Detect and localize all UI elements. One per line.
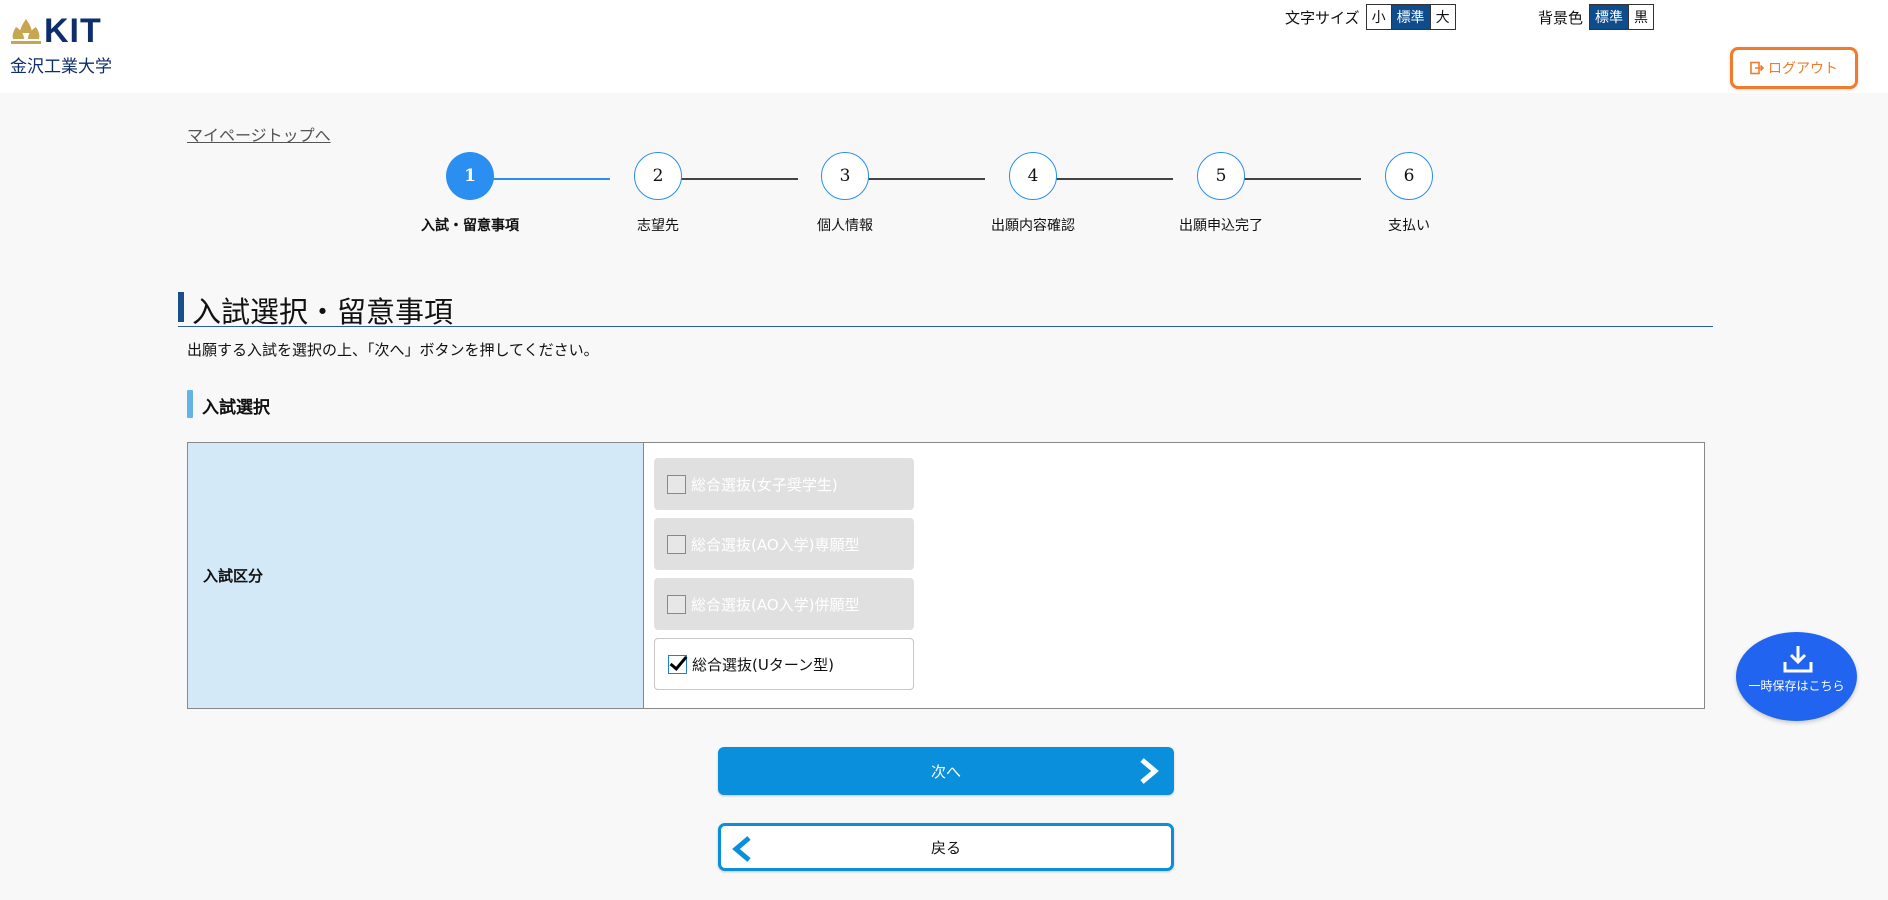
checkbox-icon bbox=[667, 534, 686, 554]
step-label: 出願申込完了 bbox=[1179, 218, 1263, 234]
font-size-control: 文字サイズ 小 標準 大 bbox=[1285, 4, 1456, 30]
step-number: 2 bbox=[634, 152, 682, 200]
step-label: 出願内容確認 bbox=[991, 218, 1075, 234]
download-icon bbox=[1783, 646, 1813, 673]
logo-brand-text: KIT bbox=[44, 12, 102, 50]
background-color-options: 標準 黒 bbox=[1589, 4, 1655, 30]
exam-category-header: 入試区分 bbox=[188, 443, 644, 708]
page-title: 入試選択・留意事項 bbox=[178, 288, 1713, 329]
background-color-control: 背景色 標準 黒 bbox=[1538, 4, 1655, 30]
font-size-small-option[interactable]: 小 bbox=[1366, 5, 1391, 29]
exam-option-women-scholarship: 総合選抜(女子奨学生) bbox=[654, 458, 914, 510]
title-accent-bar bbox=[178, 292, 184, 322]
chevron-right-icon bbox=[1140, 758, 1159, 784]
exam-option-label: 総合選抜(AO入学)併願型 bbox=[691, 595, 860, 614]
next-button-label: 次へ bbox=[930, 762, 961, 781]
checkbox-icon bbox=[667, 594, 686, 614]
step-label: 入試・留意事項 bbox=[421, 218, 519, 234]
step-5: 5 出願申込完了 bbox=[1161, 152, 1281, 235]
chevron-left-icon bbox=[732, 836, 751, 862]
font-size-standard-option[interactable]: 標準 bbox=[1390, 5, 1430, 29]
step-2: 2 志望先 bbox=[598, 152, 718, 235]
background-standard-option[interactable]: 標準 bbox=[1590, 5, 1629, 29]
progress-stepper: 1 入試・留意事項 2 志望先 3 個人情報 4 出願内容確認 5 出願申込完了… bbox=[420, 152, 1460, 242]
mypage-top-link[interactable]: マイページトップへ bbox=[187, 122, 331, 146]
logo-emblem-icon bbox=[11, 19, 41, 44]
step-label: 個人情報 bbox=[817, 218, 873, 234]
exam-option-ao-exclusive: 総合選抜(AO入学)専願型 bbox=[654, 518, 914, 570]
exam-options-cell: 総合選抜(女子奨学生) 総合選抜(AO入学)専願型 総合選抜(AO入学)併願型 … bbox=[644, 443, 1704, 708]
step-6: 6 支払い bbox=[1349, 152, 1469, 235]
exam-option-u-turn[interactable]: 総合選抜(Uターン型) bbox=[654, 638, 914, 690]
font-size-label: 文字サイズ bbox=[1285, 8, 1360, 27]
step-number: 5 bbox=[1197, 152, 1245, 200]
exam-option-ao-combined: 総合選抜(AO入学)併願型 bbox=[654, 578, 914, 630]
step-label: 志望先 bbox=[637, 218, 679, 234]
exam-option-label: 総合選抜(女子奨学生) bbox=[691, 475, 838, 494]
exam-selection-table: 入試区分 総合選抜(女子奨学生) 総合選抜(AO入学)専願型 総合選抜(AO入学… bbox=[187, 442, 1705, 709]
step-number: 1 bbox=[446, 152, 494, 200]
temporary-save-label: 一時保存はこちら bbox=[1748, 679, 1845, 693]
next-button[interactable]: 次へ bbox=[718, 747, 1174, 795]
back-button-label: 戻る bbox=[930, 838, 961, 857]
step-number: 4 bbox=[1009, 152, 1057, 200]
step-1: 1 入試・留意事項 bbox=[410, 152, 530, 235]
font-size-large-option[interactable]: 大 bbox=[1429, 5, 1455, 29]
exam-option-label: 総合選抜(AO入学)専願型 bbox=[691, 535, 860, 554]
logout-icon bbox=[1750, 61, 1764, 75]
section-heading-text: 入試選択 bbox=[202, 398, 270, 418]
font-size-options: 小 標準 大 bbox=[1365, 4, 1456, 30]
logo-university-name: 金沢工業大学 bbox=[10, 57, 112, 77]
instruction-text: 出願する入試を選択の上、「次へ」ボタンを押してください。 bbox=[187, 341, 599, 359]
section-accent-bar bbox=[187, 390, 193, 418]
logout-button[interactable]: ログアウト bbox=[1730, 47, 1858, 89]
checked-checkbox-icon[interactable] bbox=[668, 654, 687, 674]
step-number: 3 bbox=[821, 152, 869, 200]
back-button[interactable]: 戻る bbox=[718, 823, 1174, 871]
kit-logo[interactable]: KIT 金沢工業大学 bbox=[8, 12, 116, 77]
temporary-save-button[interactable]: 一時保存はこちら bbox=[1736, 632, 1857, 721]
step-label: 支払い bbox=[1388, 218, 1430, 234]
step-number: 6 bbox=[1385, 152, 1433, 200]
site-header: KIT 金沢工業大学 文字サイズ 小 標準 大 背景色 標準 黒 ログアウト bbox=[0, 0, 1888, 93]
checkbox-icon bbox=[667, 474, 686, 494]
background-color-label: 背景色 bbox=[1538, 8, 1584, 27]
step-3: 3 個人情報 bbox=[785, 152, 905, 235]
page-title-text: 入試選択・留意事項 bbox=[192, 295, 454, 329]
step-4: 4 出願内容確認 bbox=[973, 152, 1093, 235]
logout-label: ログアウト bbox=[1768, 61, 1838, 77]
exam-option-label: 総合選抜(Uターン型) bbox=[692, 655, 834, 674]
background-black-option[interactable]: 黒 bbox=[1628, 5, 1654, 29]
